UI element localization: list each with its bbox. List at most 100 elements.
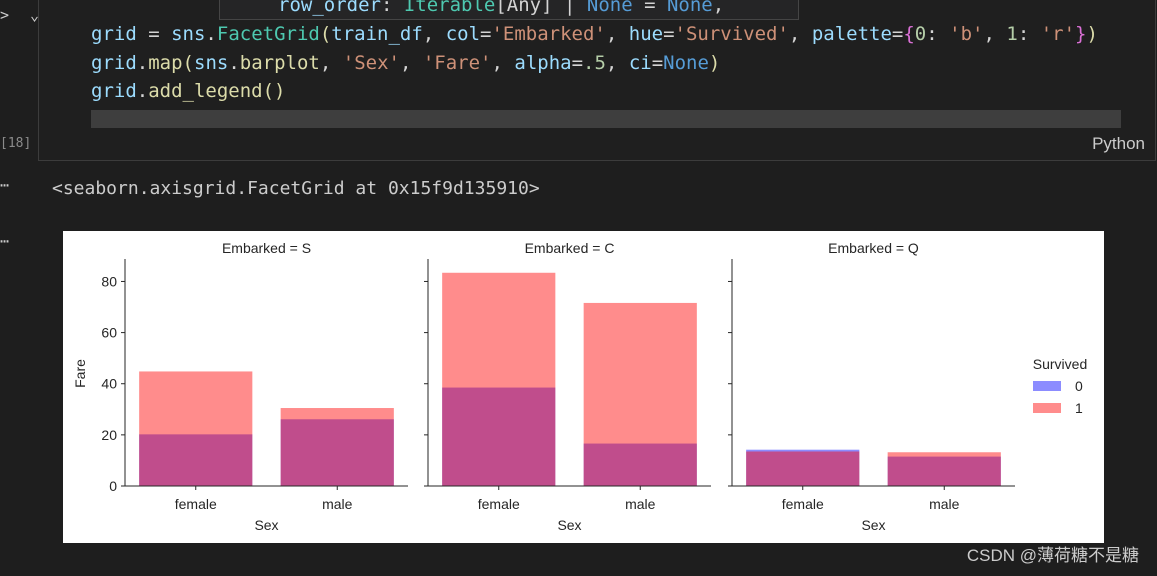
code-token: grid bbox=[91, 23, 137, 45]
horizontal-scrollbar[interactable] bbox=[91, 110, 1121, 128]
tooltip-param: row_order bbox=[278, 0, 381, 16]
tooltip-default: None bbox=[666, 0, 713, 16]
y-tick-label: 60 bbox=[101, 325, 117, 341]
x-tick-label: male bbox=[322, 496, 353, 512]
code-token: = bbox=[891, 23, 904, 45]
bar-1-male bbox=[583, 302, 697, 486]
code-token: sns bbox=[194, 52, 229, 74]
y-tick-label: 20 bbox=[101, 427, 117, 443]
code-token: : bbox=[926, 23, 950, 45]
code-token: = bbox=[136, 23, 172, 45]
bar-1-male bbox=[887, 452, 1001, 486]
code-token: , bbox=[491, 52, 515, 74]
bar-1-male bbox=[280, 408, 394, 486]
code-token: . bbox=[205, 23, 217, 45]
panel-title: Embarked = S bbox=[222, 240, 311, 256]
panel-title: Embarked = Q bbox=[828, 240, 919, 256]
tooltip-type: Iterable bbox=[403, 0, 496, 16]
code-token: ) bbox=[1086, 23, 1098, 45]
tooltip-type-args: [Any] | bbox=[495, 0, 587, 16]
code-token: { bbox=[903, 23, 915, 45]
code-token: FacetGrid bbox=[216, 23, 320, 45]
tooltip-colon: : bbox=[380, 0, 404, 16]
code-token: = bbox=[480, 23, 492, 45]
code-token: palette bbox=[811, 23, 892, 45]
tooltip-eq: = bbox=[632, 0, 667, 16]
code-token: sns bbox=[171, 23, 206, 45]
legend-swatch-0 bbox=[1033, 381, 1061, 391]
facetgrid-figure: 0 20 40 60 80 female male Sex Embarked = S female… bbox=[63, 231, 1104, 543]
code-token: ci bbox=[628, 52, 652, 74]
x-axis-label: Sex bbox=[254, 517, 278, 533]
code-token: } bbox=[1075, 23, 1087, 45]
watermark: CSDN @薄荷糖不是糖 bbox=[966, 546, 1139, 565]
legend-label: 0 bbox=[1075, 378, 1083, 394]
code-token: map bbox=[148, 52, 183, 74]
code-token: . bbox=[228, 52, 240, 74]
code-token: = bbox=[571, 52, 584, 74]
x-axis-label: Sex bbox=[557, 517, 581, 533]
tooltip-comma: , bbox=[712, 0, 725, 16]
code-token: , bbox=[605, 52, 629, 74]
legend-swatch-1 bbox=[1033, 403, 1061, 413]
code-token: col bbox=[445, 23, 481, 45]
code-token: , bbox=[319, 52, 343, 74]
output-repr: <seaborn.axisgrid.FacetGrid at 0x15f9d13… bbox=[52, 178, 540, 199]
code-token: 'Survived' bbox=[674, 23, 789, 45]
code-token: 'Fare' bbox=[422, 52, 492, 74]
code-token: 0 bbox=[914, 23, 927, 45]
code-token: 'Embarked' bbox=[491, 23, 606, 45]
code-token: , bbox=[399, 52, 423, 74]
code-token: . bbox=[136, 80, 149, 102]
code-token: hue bbox=[628, 23, 664, 45]
code-token: () bbox=[262, 80, 286, 102]
signature-tooltip: row_order: Iterable[Any] | None = None, bbox=[219, 0, 799, 20]
x-axis-label: Sex bbox=[861, 517, 885, 533]
language-label[interactable]: Python bbox=[1092, 134, 1145, 154]
x-tick-label: female bbox=[782, 496, 824, 512]
x-tick-label: female bbox=[478, 496, 520, 512]
x-tick-label: female bbox=[175, 496, 217, 512]
y-tick-label: 0 bbox=[109, 478, 117, 494]
bar-1-female bbox=[442, 272, 556, 486]
code-token: train_df bbox=[331, 23, 423, 45]
output-more-icon[interactable]: ⋯ bbox=[0, 176, 9, 194]
code-token: 'r' bbox=[1040, 23, 1076, 45]
code-line-3[interactable]: grid.add_legend() bbox=[91, 79, 286, 103]
code-token: ) bbox=[708, 52, 721, 74]
chart-svg: 0 20 40 60 80 female male Sex Embarked = S female… bbox=[72, 240, 1087, 533]
code-token: 1 bbox=[1006, 23, 1018, 45]
code-token: .5 bbox=[583, 52, 606, 74]
code-token: None bbox=[663, 52, 709, 74]
code-token: 'Sex' bbox=[342, 52, 400, 74]
code-token: grid bbox=[91, 80, 137, 102]
y-axis-label: Fare bbox=[72, 359, 88, 388]
code-line-1[interactable]: grid = sns.FacetGrid(train_df, col='Emba… bbox=[91, 22, 1098, 46]
tooltip-none: None bbox=[586, 0, 633, 16]
code-token: = bbox=[663, 23, 675, 45]
code-token: barplot bbox=[239, 52, 320, 74]
code-token: alpha bbox=[514, 52, 572, 74]
code-line-2[interactable]: grid.map(sns.barplot, 'Sex', 'Fare', alp… bbox=[91, 51, 720, 75]
bar-1-female bbox=[746, 451, 860, 486]
panel-title: Embarked = C bbox=[525, 240, 615, 256]
bar-1-female bbox=[139, 371, 253, 486]
code-token: , bbox=[422, 23, 446, 45]
code-token: = bbox=[651, 52, 664, 74]
code-token: add_legend bbox=[148, 80, 263, 102]
code-token: , bbox=[605, 23, 629, 45]
legend-title: Survived bbox=[1033, 356, 1087, 372]
legend-label: 1 bbox=[1075, 400, 1083, 416]
x-tick-label: male bbox=[929, 496, 960, 512]
code-token: ( bbox=[319, 23, 332, 45]
output-more-icon[interactable]: ⋯ bbox=[0, 232, 9, 250]
code-token: , bbox=[788, 23, 812, 45]
code-token: ( bbox=[182, 52, 194, 74]
code-token: , bbox=[983, 23, 1007, 45]
code-token: 'b' bbox=[949, 23, 984, 45]
code-token: : bbox=[1017, 23, 1041, 45]
x-tick-label: male bbox=[625, 496, 656, 512]
code-cell[interactable]: grid = sns.FacetGrid(train_df, col='Emba… bbox=[38, 0, 1156, 161]
y-tick-label: 40 bbox=[101, 376, 117, 392]
code-token: . bbox=[136, 52, 149, 74]
